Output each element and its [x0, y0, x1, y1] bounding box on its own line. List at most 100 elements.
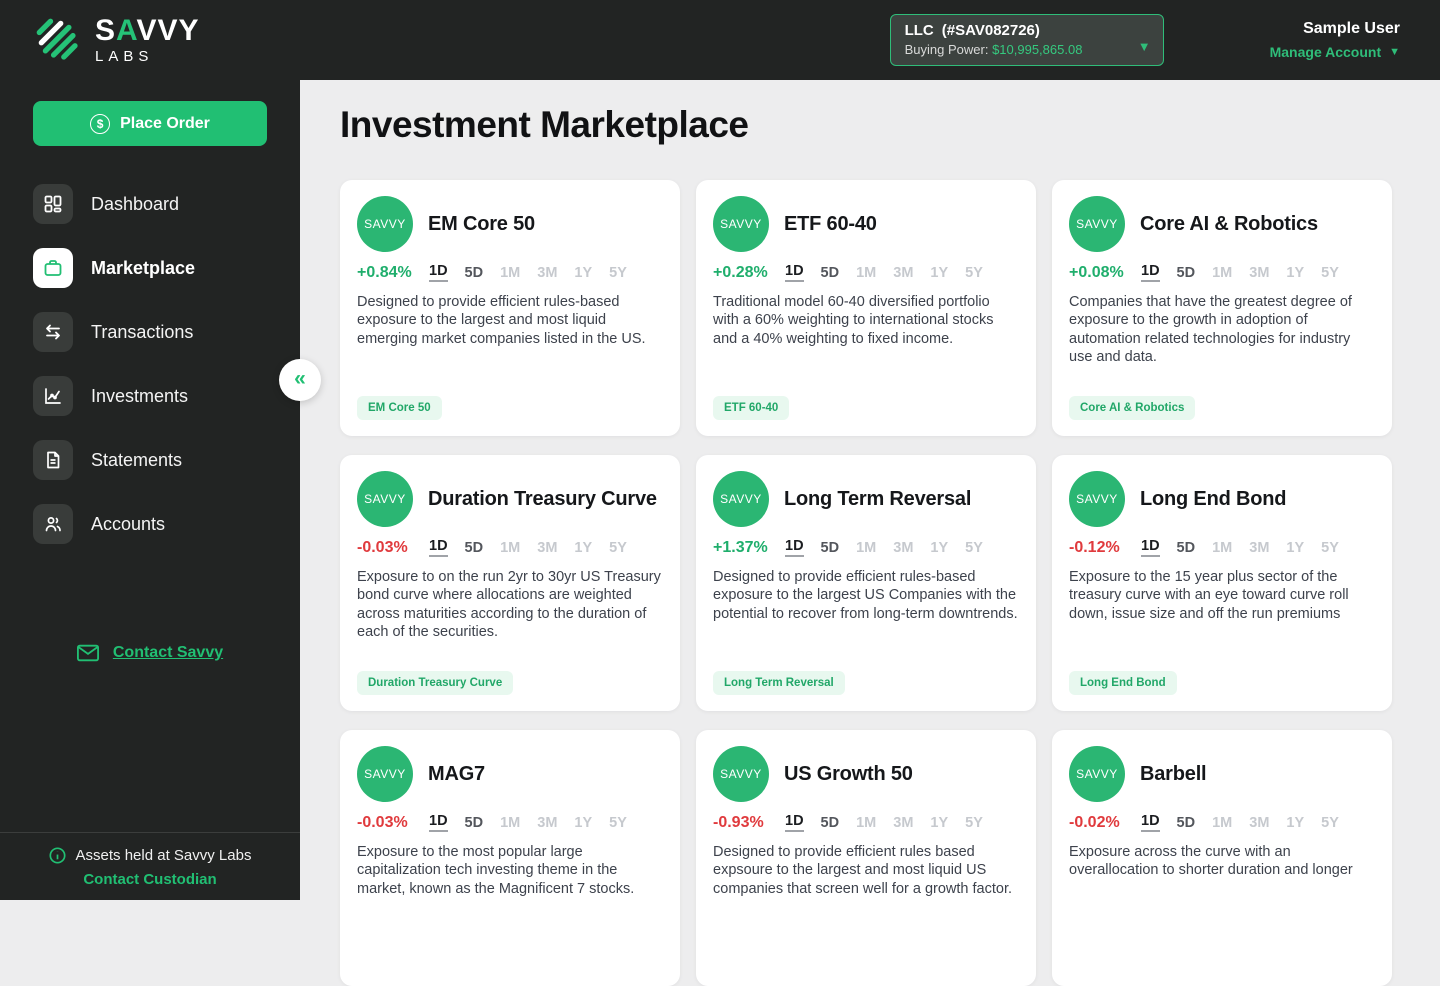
range-tab-1m[interactable]: 1M [1212, 540, 1232, 556]
range-tab-1d[interactable]: 1D [785, 263, 804, 282]
change-percent: -0.12% [1069, 538, 1120, 556]
range-tab-5d[interactable]: 5D [465, 265, 484, 281]
fund-card[interactable]: SAVVY Barbell -0.02% 1D 5D 1M 3M 1Y 5Y Exposu… [1052, 730, 1392, 986]
range-tab-3m[interactable]: 3M [537, 540, 557, 556]
savvy-avatar: SAVVY [713, 471, 769, 527]
range-tab-3m[interactable]: 3M [537, 815, 557, 831]
range-tab-1d[interactable]: 1D [429, 538, 448, 557]
contact-custodian-link[interactable]: Contact Custodian [10, 871, 290, 888]
range-tab-5d[interactable]: 5D [821, 815, 840, 831]
range-tab-1m[interactable]: 1M [1212, 265, 1232, 281]
range-tab-1y[interactable]: 1Y [930, 265, 948, 281]
fund-description: Companies that have the greatest degree … [1069, 294, 1352, 365]
range-tab-1d[interactable]: 1D [785, 813, 804, 832]
fund-card[interactable]: SAVVY Duration Treasury Curve -0.03% 1D 5… [340, 455, 680, 711]
change-percent: +0.84% [357, 263, 412, 281]
range-tab-5d[interactable]: 5D [465, 540, 484, 556]
sidebar-item-statements[interactable]: Statements [0, 428, 300, 492]
assets-held-label: Assets held at Savvy Labs [75, 847, 252, 864]
change-percent: +0.28% [713, 263, 768, 281]
range-tab-5y[interactable]: 5Y [965, 265, 983, 281]
range-tab-1y[interactable]: 1Y [574, 540, 592, 556]
sidebar-item-marketplace[interactable]: Marketplace [0, 236, 300, 300]
range-tab-3m[interactable]: 3M [1249, 265, 1269, 281]
savvy-logo-icon [36, 18, 78, 60]
range-tab-5d[interactable]: 5D [821, 540, 840, 556]
range-tab-1y[interactable]: 1Y [1286, 815, 1304, 831]
range-tab-3m[interactable]: 3M [893, 815, 913, 831]
fund-card[interactable]: SAVVY ETF 60-40 +0.28% 1D 5D 1M 3M 1Y 5Y Trad… [696, 180, 1036, 436]
range-tab-5d[interactable]: 5D [1177, 265, 1196, 281]
range-tab-1m[interactable]: 1M [500, 540, 520, 556]
range-tab-1d[interactable]: 1D [1141, 263, 1160, 282]
range-tab-5d[interactable]: 5D [1177, 815, 1196, 831]
dollar-circle-icon: $ [90, 113, 111, 134]
range-tab-5y[interactable]: 5Y [609, 265, 627, 281]
fund-card[interactable]: SAVVY EM Core 50 +0.84% 1D 5D 1M 3M 1Y 5Y Des… [340, 180, 680, 436]
range-tab-1m[interactable]: 1M [856, 265, 876, 281]
people-icon [33, 504, 73, 544]
range-tab-1m[interactable]: 1M [500, 815, 520, 831]
range-tab-3m[interactable]: 3M [893, 540, 913, 556]
range-tab-5y[interactable]: 5Y [609, 815, 627, 831]
envelope-icon [76, 644, 99, 662]
range-tab-1y[interactable]: 1Y [1286, 540, 1304, 556]
range-tab-3m[interactable]: 3M [1249, 815, 1269, 831]
range-tab-5y[interactable]: 5Y [609, 540, 627, 556]
brand-wordmark: SAVVY LABS [95, 13, 200, 65]
range-tab-5d[interactable]: 5D [821, 265, 840, 281]
range-tab-5y[interactable]: 5Y [965, 815, 983, 831]
fund-name: ETF 60-40 [784, 212, 877, 235]
range-tab-5y[interactable]: 5Y [1321, 540, 1339, 556]
range-tabs: 1D 5D 1M 3M 1Y 5Y [429, 813, 627, 832]
fund-card[interactable]: SAVVY Long Term Reversal +1.37% 1D 5D 1M 3M… [696, 455, 1036, 711]
range-tab-3m[interactable]: 3M [893, 265, 913, 281]
place-order-button[interactable]: $ Place Order [33, 101, 267, 146]
range-tab-1y[interactable]: 1Y [930, 540, 948, 556]
range-tab-1y[interactable]: 1Y [1286, 265, 1304, 281]
fund-card[interactable]: SAVVY US Growth 50 -0.93% 1D 5D 1M 3M 1Y 5Y D… [696, 730, 1036, 986]
range-tab-1d[interactable]: 1D [785, 538, 804, 557]
range-tab-1d[interactable]: 1D [1141, 813, 1160, 832]
range-tab-3m[interactable]: 3M [1249, 540, 1269, 556]
range-tab-1y[interactable]: 1Y [574, 265, 592, 281]
change-percent: -0.93% [713, 813, 764, 831]
fund-card[interactable]: SAVVY Core AI & Robotics +0.08% 1D 5D 1M 3M… [1052, 180, 1392, 436]
sidebar-item-dashboard[interactable]: Dashboard [0, 172, 300, 236]
range-tab-3m[interactable]: 3M [537, 265, 557, 281]
range-tab-5y[interactable]: 5Y [965, 540, 983, 556]
manage-account-button[interactable]: Manage Account ▼ [1270, 44, 1400, 60]
sidebar-item-accounts[interactable]: Accounts [0, 492, 300, 556]
fund-description: Designed to provide efficient rules-base… [357, 294, 646, 347]
fund-description: Designed to provide efficient rules-base… [713, 569, 1018, 622]
change-percent: -0.03% [357, 813, 408, 831]
savvy-avatar: SAVVY [1069, 471, 1125, 527]
contact-savvy-link[interactable]: Contact Savvy [0, 644, 300, 662]
fund-tag: EM Core 50 [357, 396, 442, 420]
fund-description: Exposure to on the run 2yr to 30yr US Tr… [357, 569, 661, 640]
range-tab-1y[interactable]: 1Y [574, 815, 592, 831]
sidebar-collapse-button[interactable]: « [279, 359, 321, 401]
range-tab-1m[interactable]: 1M [856, 815, 876, 831]
range-tab-1d[interactable]: 1D [429, 263, 448, 282]
buying-power-value: $10,995,865.08 [992, 42, 1083, 57]
range-tab-1y[interactable]: 1Y [930, 815, 948, 831]
range-tab-5d[interactable]: 5D [465, 815, 484, 831]
range-tab-1d[interactable]: 1D [429, 813, 448, 832]
change-percent: -0.02% [1069, 813, 1120, 831]
sidebar-item-transactions[interactable]: Transactions [0, 300, 300, 364]
range-tab-1d[interactable]: 1D [1141, 538, 1160, 557]
range-tab-1m[interactable]: 1M [1212, 815, 1232, 831]
account-entity-line: LLC (#SAV082726) [904, 22, 1040, 39]
change-percent: -0.03% [357, 538, 408, 556]
fund-card[interactable]: SAVVY Long End Bond -0.12% 1D 5D 1M 3M 1Y 5Y … [1052, 455, 1392, 711]
range-tab-1m[interactable]: 1M [856, 540, 876, 556]
range-tab-5d[interactable]: 5D [1177, 540, 1196, 556]
range-tabs: 1D 5D 1M 3M 1Y 5Y [429, 263, 627, 282]
range-tab-5y[interactable]: 5Y [1321, 265, 1339, 281]
range-tab-5y[interactable]: 5Y [1321, 815, 1339, 831]
account-selector[interactable]: LLC (#SAV082726) Buying Power: $10,995,86… [889, 14, 1164, 66]
range-tab-1m[interactable]: 1M [500, 265, 520, 281]
fund-card[interactable]: SAVVY MAG7 -0.03% 1D 5D 1M 3M 1Y 5Y Exposure … [340, 730, 680, 986]
sidebar-item-investments[interactable]: Investments [0, 364, 300, 428]
